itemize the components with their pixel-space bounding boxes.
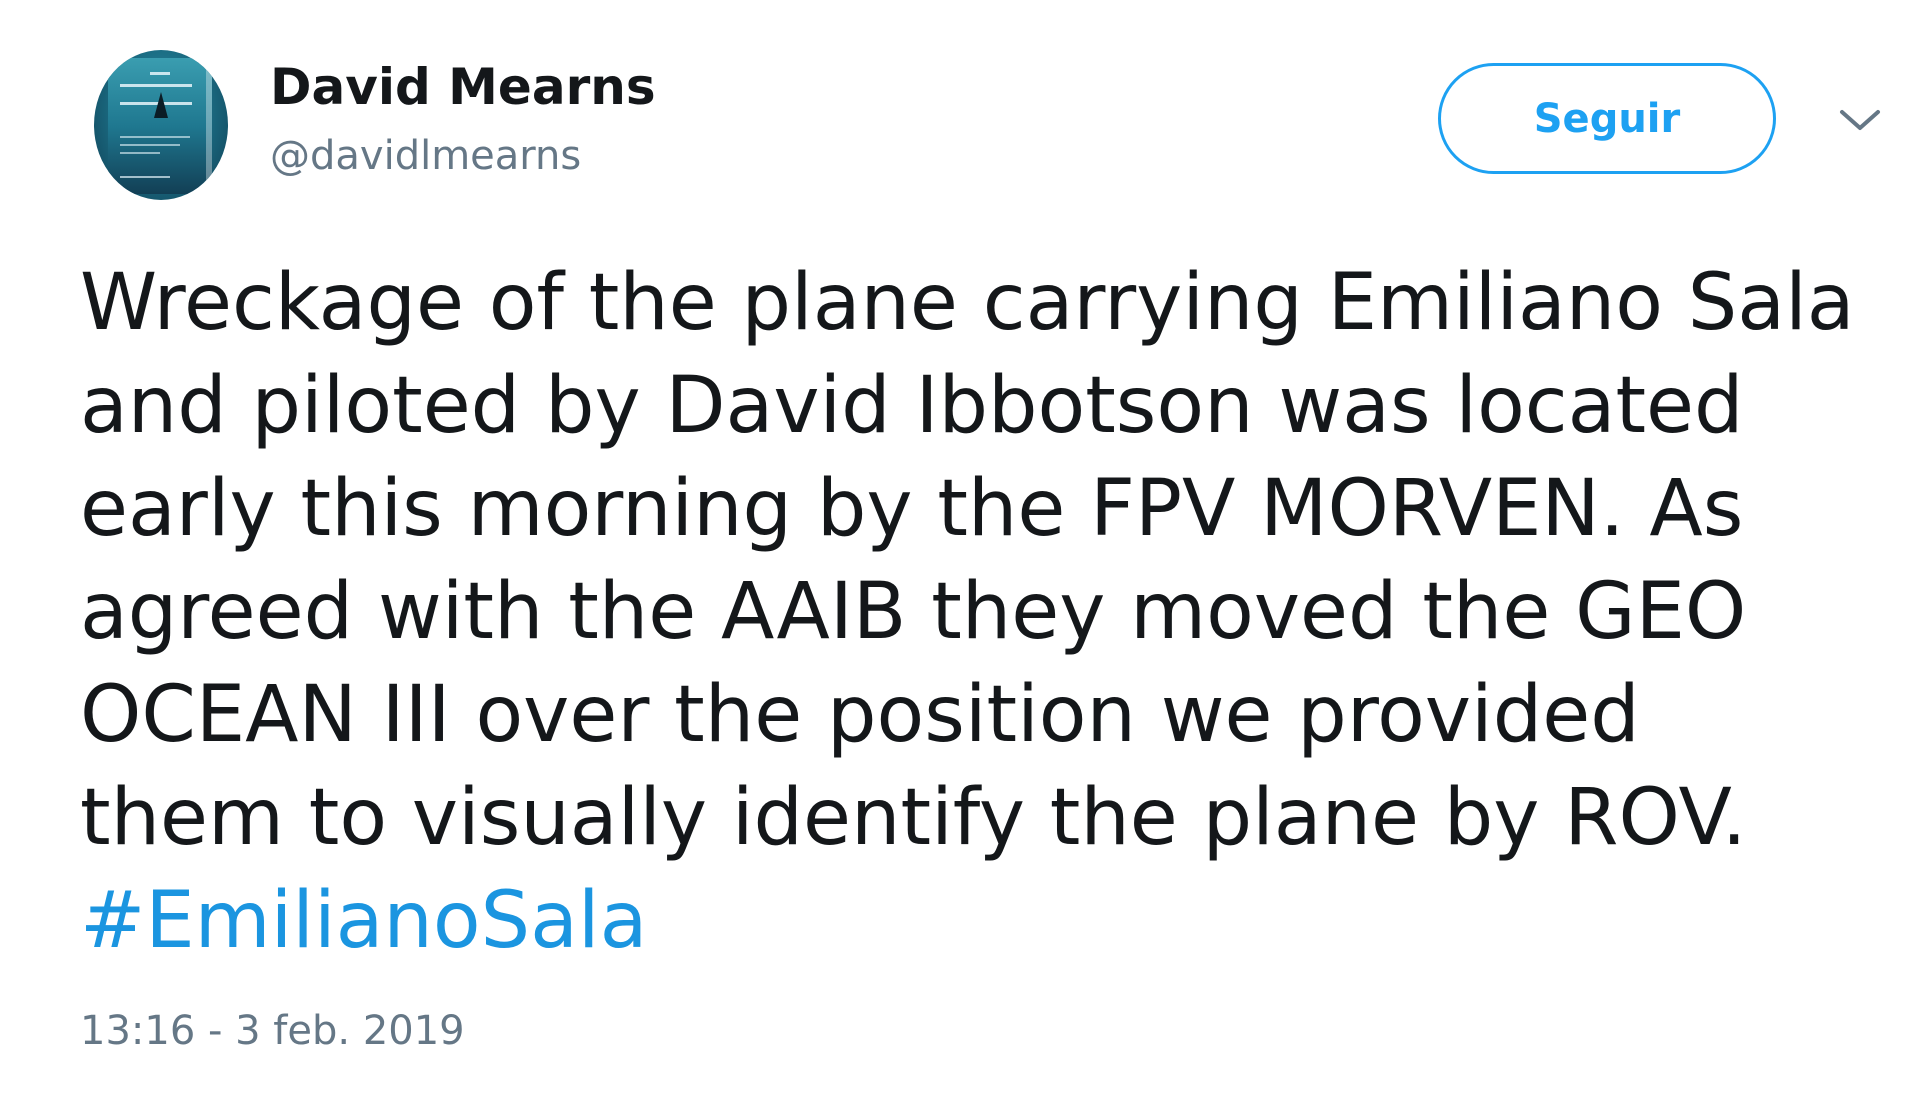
book-cover-image (108, 58, 212, 194)
follow-button[interactable]: Seguir (1438, 63, 1776, 174)
avatar[interactable] (94, 50, 228, 200)
display-name[interactable]: David Mearns (270, 58, 656, 116)
user-handle[interactable]: @davidlmearns (270, 133, 581, 179)
tweet-text-line: Wreckage of the plane carrying Emiliano … (80, 258, 1855, 348)
chevron-down-icon[interactable] (1838, 106, 1882, 134)
tweet-text: Wreckage of the plane carrying Emiliano … (80, 252, 1880, 973)
shark-fin-icon (154, 92, 168, 118)
hashtag-link[interactable]: #EmilianoSala (80, 870, 1880, 973)
tweet-text-line: and piloted by David Ibbotson was locate… (80, 361, 1744, 451)
tweet-text-line: early this morning by the FPV MORVEN. As (80, 464, 1744, 554)
tweet-text-line: agreed with the AAIB they moved the GEO (80, 567, 1747, 657)
tweet-text-line: them to visually identify the plane by R… (80, 773, 1747, 863)
tweet-text-line: OCEAN III over the position we provided (80, 670, 1640, 760)
tweet-timestamp[interactable]: 13:16 - 3 feb. 2019 (80, 1008, 465, 1054)
